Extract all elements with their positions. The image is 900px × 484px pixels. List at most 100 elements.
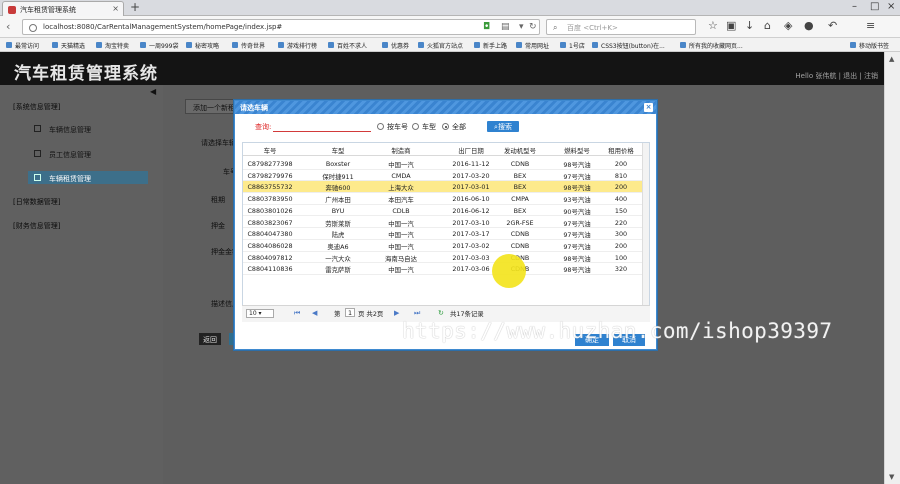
library-icon[interactable]: ▣ [726, 19, 736, 32]
minimize-icon[interactable]: – [852, 1, 857, 12]
table-row[interactable]: C8798277398 Boxster 中国一汽 2016-11-12 CDNB 98号汽… [243, 158, 643, 170]
scroll-up-icon[interactable]: ▲ [889, 55, 894, 63]
column-header[interactable]: 燃料型号 [555, 146, 599, 155]
table-cell: C8803823067 [247, 218, 293, 227]
maximize-icon[interactable]: □ [870, 1, 879, 12]
form-label: 押金 [211, 222, 225, 230]
table-row[interactable]: C8804086028 奥迪A6 中国一汽 2017-03-02 CDNB 97号汽油 20… [243, 240, 643, 252]
sidebar-item-rentals[interactable]: 车辆租赁管理 [28, 171, 148, 184]
table-row[interactable]: C8798279976 保时捷911 CMDA 2017-03-20 BEX 97号汽油 8… [243, 170, 643, 182]
table-row[interactable]: C8803783950 广州本田 本田汽车 2016-06-10 CMPA 93号汽油 40… [243, 193, 643, 205]
table-cell: 220 [614, 218, 628, 227]
first-page-icon[interactable]: ⏮ [294, 309, 300, 318]
sidebar-item-staff[interactable]: 员工信息管理 [34, 150, 154, 160]
table-cell: 97号汽油 [563, 231, 591, 240]
sidebar-item-vehicles[interactable]: 车辆信息管理 [34, 125, 154, 135]
user-links[interactable]: Hello 张伟航 | 退出 | 注销 [795, 71, 878, 81]
shield-icon[interactable]: ◘ [483, 22, 490, 32]
query-input[interactable] [273, 121, 371, 132]
table-cell: 2016-11-12 [452, 160, 490, 168]
navigation-bar: ‹ localhost:8080/CarRentalManagementSyst… [0, 16, 900, 38]
radio-icon [442, 123, 449, 130]
grid-header: 车号 车型 制造商 出厂日期 发动机型号 燃料型号 租用价格 [243, 146, 643, 156]
url-text: localhost:8080/CarRentalManagementSystem… [43, 23, 283, 31]
table-row[interactable]: C8863755732 奔驰600 上海大众 2017-03-01 BEX 98号汽油 20… [243, 181, 643, 194]
sidebar-group-finance[interactable]: [财务信息管理] [13, 221, 60, 231]
table-cell: CDNB [510, 160, 530, 168]
table-row[interactable]: C8803823067 劳斯莱斯 中国一汽 2017-03-10 2GR-FSE 97号汽… [243, 217, 643, 229]
column-header[interactable]: 租用价格 [599, 146, 643, 155]
chat-icon[interactable]: ● [804, 19, 814, 32]
home-icon[interactable]: ⌂ [764, 19, 771, 32]
download-icon[interactable]: ↓ [745, 19, 754, 32]
bookmark-item[interactable]: 新手上路 [474, 41, 507, 50]
refresh-icon[interactable]: ↻ [438, 309, 444, 317]
next-page-icon[interactable]: ▶ [394, 309, 399, 317]
address-bar[interactable]: localhost:8080/CarRentalManagementSystem… [22, 19, 540, 35]
radio-by-model[interactable]: 车型 [412, 122, 436, 132]
close-window-icon[interactable]: × [887, 1, 895, 12]
prev-page-icon[interactable]: ◀ [312, 309, 317, 317]
table-cell: C8804097812 [247, 253, 293, 262]
pocket-icon[interactable]: ◈ [784, 19, 792, 32]
sidebar-group-system[interactable]: [系统信息管理] [13, 102, 60, 112]
bookmark-item[interactable]: 最常访问 [6, 41, 39, 50]
page-scrollbar[interactable]: ▲ ▼ [884, 52, 900, 484]
bookmark-item[interactable]: 火狐官方站点 [418, 41, 463, 50]
bookmark-item[interactable]: 一周999袋 [140, 41, 178, 50]
table-cell: 中国一汽 [388, 231, 414, 240]
back-icon[interactable]: ‹ [6, 20, 10, 33]
browser-tab[interactable]: 汽车租赁管理系统 × [2, 1, 124, 16]
dropdown-icon[interactable]: ▾ [519, 22, 524, 32]
return-button[interactable]: 返回 [199, 333, 221, 345]
bookmark-item[interactable]: 传奇世界 [232, 41, 265, 50]
bookmark-item[interactable]: 移动版书签 [850, 41, 889, 50]
table-row[interactable]: C8804110836雷克萨斯中国一汽2017-03-06CDNB98号汽油32… [243, 263, 643, 275]
search-box[interactable]: ⌕ 百度 <Ctrl+K> [546, 19, 696, 35]
table-cell: 300 [614, 230, 628, 239]
bookmark-item[interactable]: 常用网址 [516, 41, 549, 50]
bookmark-item[interactable]: CSS3按钮(button)在... [592, 41, 665, 50]
radio-by-plate[interactable]: 按车号 [377, 122, 408, 132]
table-row[interactable]: C8804097812一汽大众海南马自达2017-03-03CDNB98号汽油1… [243, 252, 643, 264]
sidebar-group-daily[interactable]: [日常数据管理] [13, 197, 60, 207]
table-cell: CDNB [510, 241, 530, 250]
reload-icon[interactable]: ↻ [529, 22, 537, 32]
bookmark-item[interactable]: 1号店 [560, 41, 585, 50]
table-cell: 2017-03-20 [452, 171, 490, 180]
bookmark-item[interactable]: 淘宝特卖 [96, 41, 129, 50]
bookmark-star-icon[interactable]: ☆ [708, 19, 718, 32]
collapse-icon[interactable]: ◀ [150, 87, 156, 96]
table-cell: 劳斯莱斯 [325, 219, 351, 228]
column-header[interactable]: 车型 [305, 146, 371, 155]
bookmark-item[interactable]: 百姓不求人 [328, 41, 367, 50]
close-icon[interactable]: × [644, 103, 653, 112]
bookmark-item[interactable]: 天猫精选 [52, 41, 85, 50]
undo-icon[interactable]: ↶ [828, 19, 837, 32]
column-header[interactable]: 发动机型号 [495, 146, 545, 155]
close-tab-icon[interactable]: × [112, 4, 119, 13]
page-number-input[interactable]: 1 [345, 308, 355, 317]
menu-icon[interactable]: ≡ [866, 19, 875, 32]
scroll-down-icon[interactable]: ▼ [889, 473, 894, 481]
bookmark-item[interactable]: 游戏排行榜 [278, 41, 317, 50]
bookmark-item[interactable]: 优惠券 [382, 41, 409, 50]
table-cell: 2GR-FSE [506, 218, 534, 227]
page-size-select[interactable]: 10 ▾ [246, 309, 274, 318]
table-row[interactable]: C8803801026 BYU CDLB 2016-06-12 BEX 90号汽油 150 [243, 205, 643, 217]
column-header[interactable]: 车号 [247, 146, 293, 155]
reader-icon[interactable]: ▤ [501, 22, 510, 32]
vehicle-grid: 车号 车型 制造商 出厂日期 发动机型号 燃料型号 租用价格 C87982773… [242, 142, 650, 322]
search-button[interactable]: ⌕搜索 [487, 121, 519, 132]
select-vehicle-dialog: 请选车辆 × 查询: 按车号 车型 全部 ⌕搜索 车号 车型 制造商 出厂日期 … [234, 100, 657, 350]
table-cell: 上海大众 [388, 184, 414, 193]
grid-scrollbar[interactable] [642, 143, 649, 321]
column-header[interactable]: 出厂日期 [445, 146, 497, 155]
radio-all[interactable]: 全部 [442, 122, 466, 132]
column-header[interactable]: 制造商 [371, 146, 431, 155]
table-row[interactable]: C8804047380 陆虎 中国一汽 2017-03-17 CDNB 97号汽油 300 [243, 228, 643, 240]
new-tab-icon[interactable]: + [130, 0, 140, 14]
bookmark-item[interactable]: 所有我的收藏网页... [680, 41, 743, 50]
bookmark-item[interactable]: 秘密攻略 [186, 41, 219, 50]
last-page-icon[interactable]: ⏭ [414, 309, 420, 318]
